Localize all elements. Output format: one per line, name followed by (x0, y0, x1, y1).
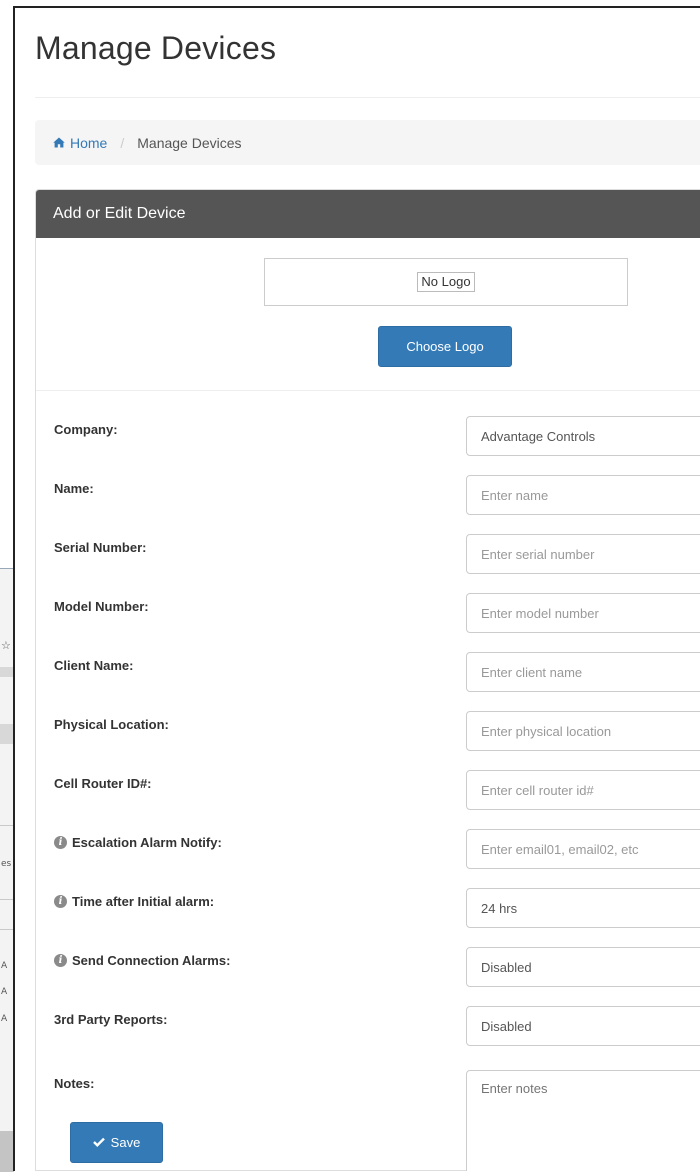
escalation-alarm-notify-input[interactable]: Enter email01, email02, etc (466, 829, 700, 869)
form-row-client-name: Client Name: Enter client name (36, 652, 700, 698)
logo-preview: No Logo (264, 258, 628, 306)
cell-router-id-input[interactable]: Enter cell router id# (466, 770, 700, 810)
escalation-alarm-notify-label-text: Escalation Alarm Notify: (72, 835, 222, 850)
info-icon[interactable]: i (54, 895, 67, 908)
breadcrumb: Home / Manage Devices (35, 120, 700, 165)
checkmark-icon (92, 1135, 105, 1150)
bg-text: A (1, 1014, 8, 1024)
form-row-escalation-alarm-notify: i Escalation Alarm Notify: Enter email01, … (36, 829, 700, 875)
3rd-party-reports-label-text: 3rd Party Reports: (54, 1012, 168, 1027)
cell-router-id-label: Cell Router ID#: (54, 776, 152, 791)
form-row-send-connection-alarms: i Send Connection Alarms: Disabled (36, 947, 700, 993)
no-logo-text: No Logo (417, 272, 475, 292)
bg-text: es (1, 859, 12, 869)
choose-logo-button[interactable]: Choose Logo (378, 326, 512, 367)
name-label-text: Name: (54, 481, 94, 496)
send-connection-alarms-select[interactable]: Disabled (466, 947, 700, 987)
form-divider (36, 390, 700, 391)
form-row-model-number: Model Number: Enter model number (36, 593, 700, 639)
physical-location-input[interactable]: Enter physical location (466, 711, 700, 751)
3rd-party-reports-select[interactable]: Disabled (466, 1006, 700, 1046)
form-row-time-after-initial-alarm: i Time after Initial alarm: 24 hrs (36, 888, 700, 934)
name-input[interactable]: Enter name (466, 475, 700, 515)
bg-shade (0, 724, 14, 744)
time-after-initial-alarm-select[interactable]: 24 hrs (466, 888, 700, 928)
company-label-text: Company: (54, 422, 118, 437)
save-button[interactable]: Save (70, 1122, 163, 1163)
form-row-physical-location: Physical Location: Enter physical locatio… (36, 711, 700, 757)
client-name-label-text: Client Name: (54, 658, 134, 673)
model-number-label: Model Number: (54, 599, 149, 614)
bg-divider (0, 899, 14, 900)
escalation-alarm-notify-label: i Escalation Alarm Notify: (54, 835, 222, 850)
info-icon[interactable]: i (54, 836, 67, 849)
notes-textarea[interactable] (466, 1070, 700, 1171)
model-number-label-text: Model Number: (54, 599, 149, 614)
breadcrumb-home-link[interactable]: Home (53, 135, 107, 151)
time-after-initial-alarm-label: i Time after Initial alarm: (54, 894, 214, 909)
form-row-serial-number: Serial Number: Enter serial number (36, 534, 700, 580)
main-window: Manage Devices Home / Manage Devices Add… (13, 6, 700, 1171)
page-title: Manage Devices (35, 30, 277, 66)
client-name-input[interactable]: Enter client name (466, 652, 700, 692)
notes-label: Notes: (54, 1076, 94, 1091)
background-window: ☆ es A A A (0, 568, 14, 1172)
serial-number-label: Serial Number: (54, 540, 146, 555)
3rd-party-reports-label: 3rd Party Reports: (54, 1012, 167, 1027)
bg-divider (0, 929, 14, 930)
home-icon (53, 135, 65, 151)
cell-router-id-label-text: Cell Router ID#: (54, 776, 152, 791)
send-connection-alarms-label: i Send Connection Alarms: (54, 953, 230, 968)
bg-star-icon: ☆ (1, 639, 11, 652)
form-row-name: Name: Enter name (36, 475, 700, 521)
time-after-initial-alarm-label-text: Time after Initial alarm: (72, 894, 215, 909)
bg-text: A (1, 987, 8, 997)
breadcrumb-home-label: Home (70, 134, 108, 151)
client-name-label: Client Name: (54, 658, 133, 673)
bg-shade (0, 667, 14, 677)
form-row-notes: Notes: (36, 1070, 700, 1171)
panel-heading: Add or Edit Device (36, 190, 700, 238)
form-row-3rd-party-reports: 3rd Party Reports: Disabled (36, 1006, 700, 1052)
info-icon[interactable]: i (54, 954, 67, 967)
model-number-input[interactable]: Enter model number (466, 593, 700, 633)
serial-number-label-text: Serial Number: (54, 540, 147, 555)
physical-location-label: Physical Location: (54, 717, 169, 732)
form-row-company: Company: Advantage Controls (36, 416, 700, 462)
title-divider (35, 97, 700, 98)
notes-label-text: Notes: (54, 1076, 95, 1091)
serial-number-input[interactable]: Enter serial number (466, 534, 700, 574)
breadcrumb-separator: / (120, 134, 125, 151)
breadcrumb-current: Manage Devices (137, 134, 242, 151)
name-label: Name: (54, 481, 94, 496)
company-select[interactable]: Advantage Controls (466, 416, 700, 456)
bg-text: A (1, 961, 8, 971)
save-button-label: Save (110, 1135, 141, 1150)
company-label: Company: (54, 422, 118, 437)
physical-location-label-text: Physical Location: (54, 717, 169, 732)
send-connection-alarms-label-text: Send Connection Alarms: (72, 953, 231, 968)
bg-shade (0, 1131, 14, 1172)
device-panel: Add or Edit Device No Logo Choose Logo C… (35, 189, 700, 1171)
form-row-cell-router-id: Cell Router ID#: Enter cell router id# (36, 770, 700, 816)
bg-divider (0, 825, 14, 826)
